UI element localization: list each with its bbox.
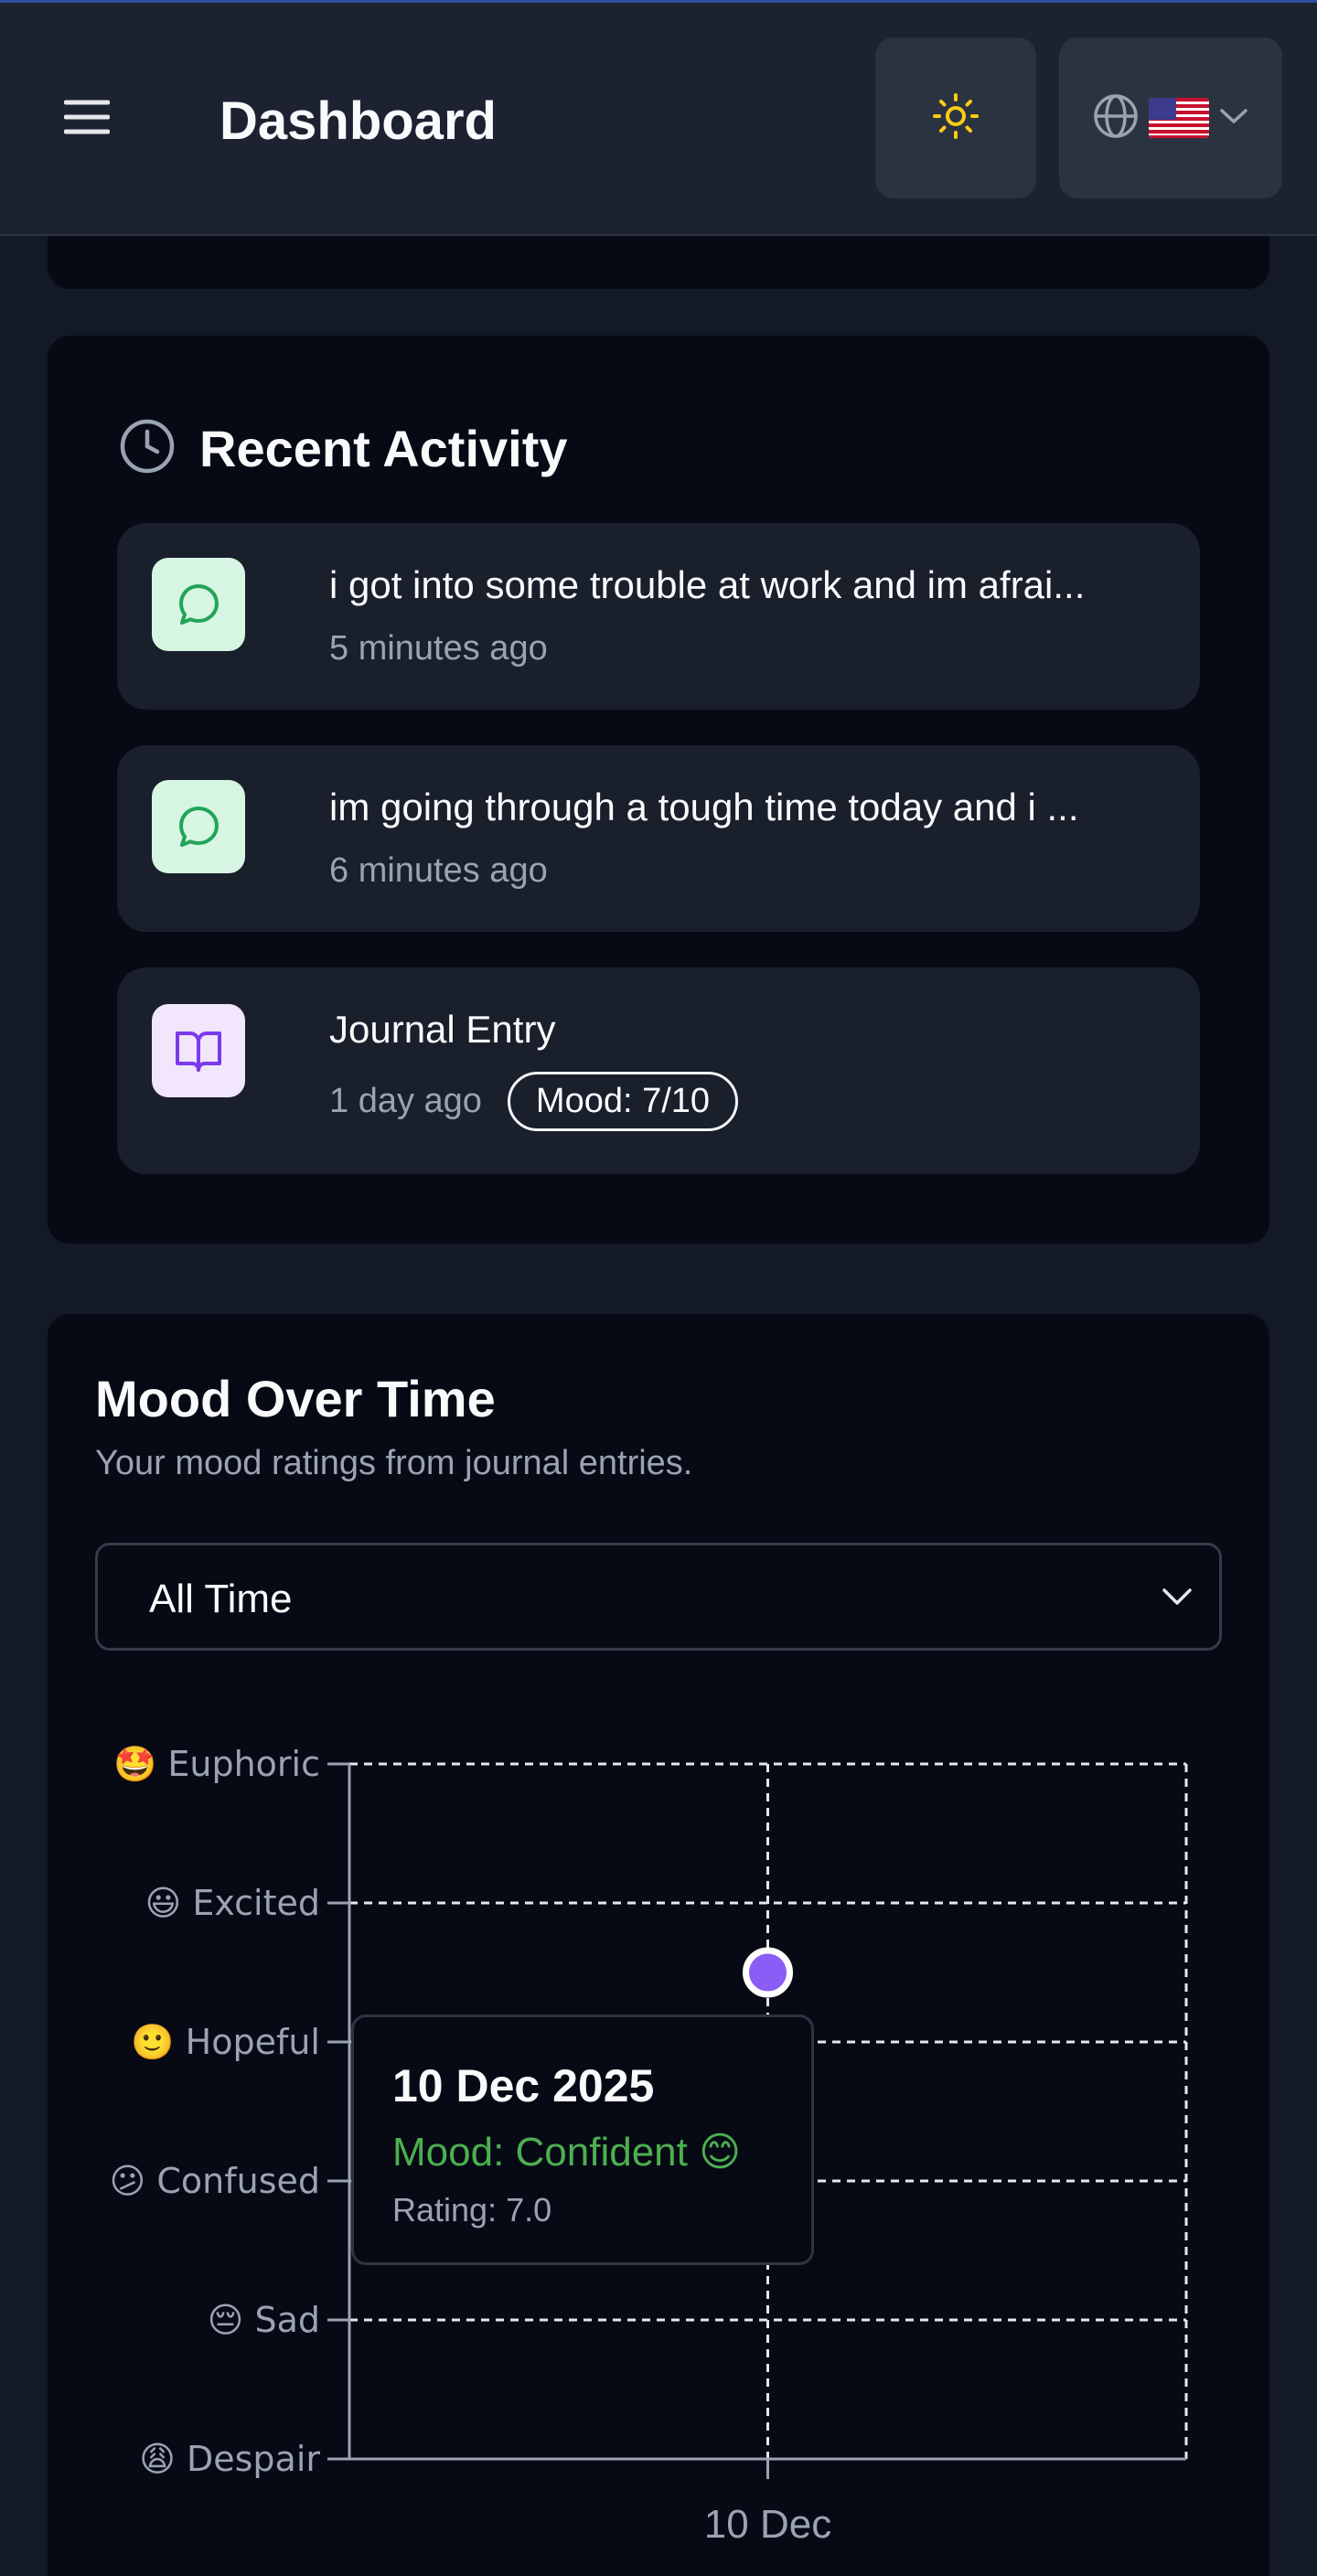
book-open-icon <box>152 1004 245 1097</box>
mood-badge: Mood: 7/10 <box>507 1072 739 1131</box>
x-tick-label: 10 Dec <box>704 2502 831 2547</box>
activity-time: 6 minutes ago <box>329 851 548 890</box>
theme-toggle-button[interactable] <box>875 37 1036 198</box>
activity-item-chat-1[interactable]: i got into some trouble at work and im a… <box>117 523 1200 710</box>
activity-text: Journal Entry <box>329 1008 556 1051</box>
activity-text: i got into some trouble at work and im a… <box>329 563 1086 606</box>
message-circle-icon <box>152 558 245 651</box>
sun-icon <box>932 92 980 144</box>
tooltip-mood: Mood: Confident 😊 <box>392 2130 741 2175</box>
y-tick-label: 🙂 Hopeful <box>131 2022 320 2062</box>
activity-text: im going through a tough time today and … <box>329 786 1079 828</box>
y-tick-label: 😃 Excited <box>145 1883 320 1923</box>
data-point <box>743 1947 793 1998</box>
activity-item-journal[interactable]: Journal Entry 1 day ago Mood: 7/10 <box>117 967 1200 1174</box>
recent-activity-header: Recent Activity <box>119 418 568 479</box>
language-select-button[interactable] <box>1059 37 1282 198</box>
activity-item-chat-2[interactable]: im going through a tough time today and … <box>117 745 1200 932</box>
mood-over-time-card: Mood Over Time Your mood ratings from jo… <box>48 1314 1269 2576</box>
mood-chart: 🤩 Euphoric 😃 Excited 🙂 Hopeful 😕 Confused 😔 … <box>110 1744 1188 2547</box>
activity-time: 1 day ago <box>329 1082 482 1120</box>
activity-meta: 1 day ago Mood: 7/10 <box>329 1072 739 1131</box>
recent-activity-card: Recent Activity i got into some trouble … <box>48 336 1269 1244</box>
activity-time: 5 minutes ago <box>329 629 548 668</box>
recent-activity-title: Recent Activity <box>199 420 568 477</box>
y-tick-label: 🤩 Euphoric <box>113 1744 320 1784</box>
clock-icon <box>119 418 176 479</box>
top-bar: Dashboard <box>0 0 1317 236</box>
message-circle-icon <box>152 780 245 873</box>
us-flag-icon <box>1149 98 1209 138</box>
y-tick-label: 😕 Confused <box>110 2161 320 2201</box>
globe-icon <box>1092 92 1140 144</box>
chevron-down-icon <box>1218 106 1249 131</box>
tooltip-date: 10 Dec 2025 <box>392 2060 655 2111</box>
tooltip-rating: Rating: 7.0 <box>392 2191 552 2229</box>
hamburger-menu-icon[interactable] <box>55 85 119 149</box>
y-tick-label: 😔 Sad <box>208 2300 320 2340</box>
chart-tooltip: 10 Dec 2025 Mood: Confident 😊 Rating: 7.… <box>351 2015 814 2265</box>
y-tick-label: 😩 Despair <box>139 2439 320 2479</box>
page-title: Dashboard <box>220 91 497 151</box>
